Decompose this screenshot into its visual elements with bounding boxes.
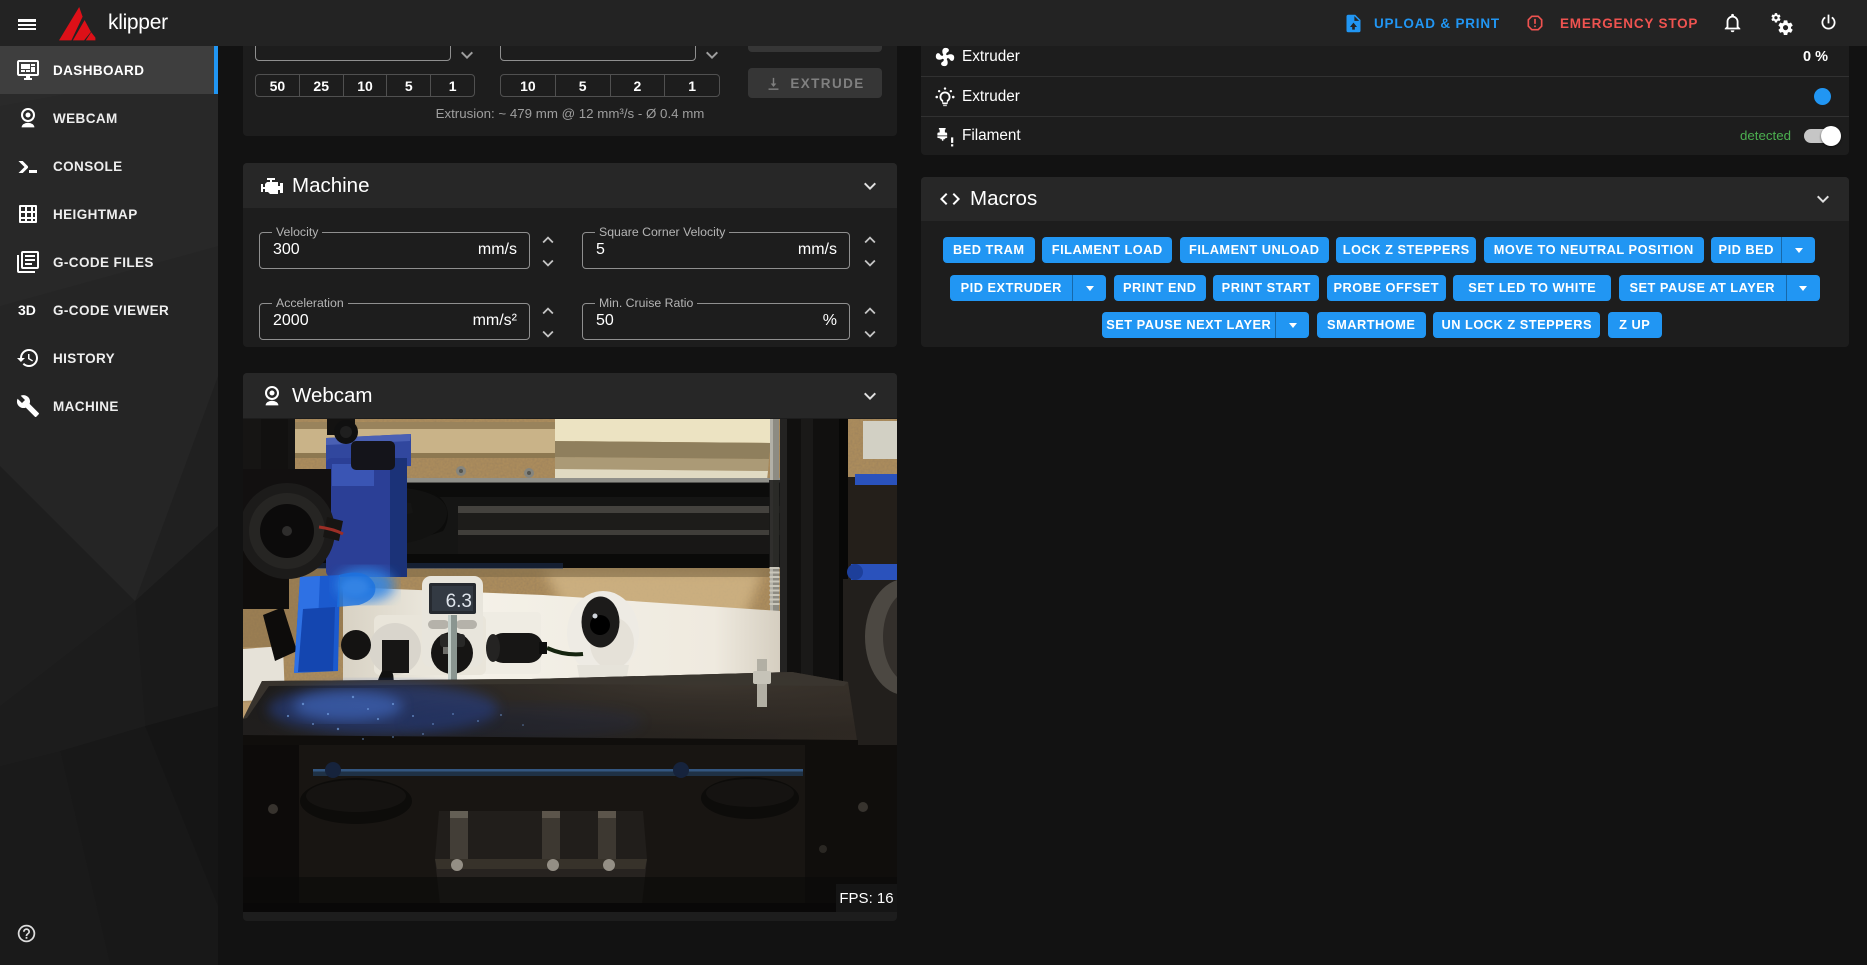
svg-text:6.3: 6.3 <box>446 591 472 612</box>
svg-text:3D: 3D <box>18 302 36 318</box>
